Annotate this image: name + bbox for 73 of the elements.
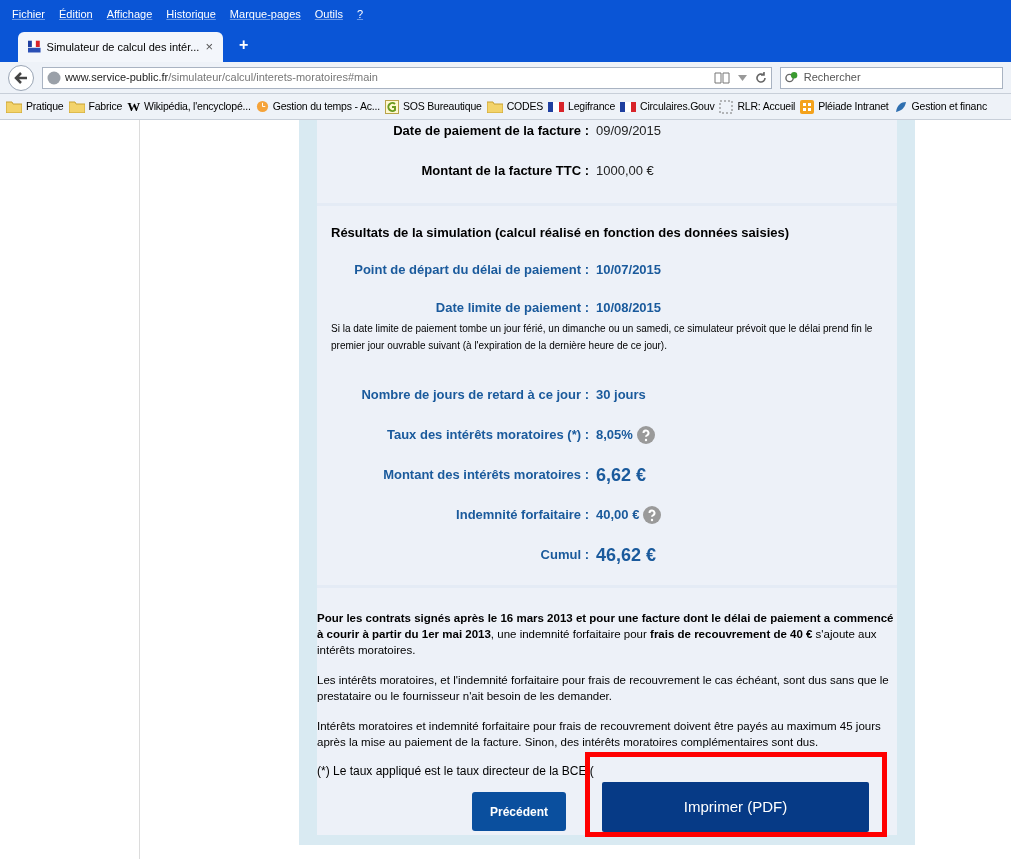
menu-item[interactable]: Historique [166,5,216,23]
menu-item[interactable]: Affichage [106,5,153,23]
close-icon[interactable]: × [205,37,213,57]
menu-item[interactable]: Marque-pages [229,5,301,23]
field-label: Indemnité forfaitaire : [456,506,589,525]
section-title: Résultats de la simulation (calcul réalisé en fonction des données saisies) [331,223,790,242]
info-paragraph: Les intérêts moratoires, et l'indemnité forfaitaire pour frais de recouvrement le cas échéant, sont dus sans que le prestataire ou le fournisseur n'ait besoin de les demander. [317,673,890,704]
clock-icon [255,100,269,113]
menu-item[interactable]: Outils [314,5,343,23]
search-field[interactable]: Rechercher [803,69,998,86]
flag-icon [28,39,41,55]
folder-icon [6,100,22,113]
field-value: 46,62 € [596,543,657,567]
back-button[interactable] [8,64,34,91]
leaf-icon [893,99,908,114]
bookmark-link[interactable]: RLR: Accueil [737,98,796,115]
bookmark-link[interactable]: CODES [506,98,543,115]
field-label: Date de paiement de la facture : [393,122,589,141]
field-label: Montant des intérêts moratoires : [383,466,589,485]
help-icon[interactable] [636,426,655,444]
search-icon [785,70,800,85]
flag-icon [548,101,564,112]
field-value: 40,00 € [596,506,640,525]
info-paragraph: Pour les contrats signés après le 16 mars 2013 et pour une facture dont le délai de paiement a commencé à courir à partir du 1er mai 2013, une indemnité forfaitaire pour frais de recouvrement de 40 € s'ajoute aux intérêts moratoires. [317,611,895,658]
field-value: 10/07/2015 [596,261,662,280]
bookmark-link[interactable]: Fabrice [88,98,123,115]
globe-icon [46,70,61,85]
previous-button[interactable]: Précédent [472,792,566,831]
blank-page-icon [719,99,734,114]
info-paragraph: Intérêts moratoires et indemnité forfaitaire pour frais de recouvrement doivent être payés au maximum 45 jours après la mise au paiement de la facture. Sinon, des intérêts moratoires complémentaires sont dus. [317,719,882,750]
dropdown-icon[interactable] [738,74,748,81]
address-field[interactable]: www.service-public.fr/simulateur/calcul/interets-moratoires#main [41,66,773,89]
g-logo-icon [384,99,399,114]
url-text: www.service-public.fr/simulateur/calcul/interets-moratoires#main [64,70,378,86]
new-tab-button[interactable]: + [231,33,257,57]
field-value: 09/09/2015 [596,122,662,141]
print-button[interactable]: Imprimer (PDF) [602,782,869,832]
field-value: 8,05% [596,426,633,445]
help-icon[interactable] [643,506,662,524]
field-label: Cumul : [540,546,589,565]
grid-icon [800,99,815,114]
bookmark-link[interactable]: Gestion et financ [911,98,987,115]
field-value: 10/08/2015 [596,299,662,318]
flag-icon [620,101,637,112]
field-label: Montant de la facture TTC : [421,162,589,181]
reader-view-icon[interactable] [714,71,731,84]
field-label: Date limite de paiement : [435,299,589,318]
search-box[interactable]: Rechercher [780,66,1003,89]
menu-item[interactable]: ? [356,5,364,23]
footnote-text: (*) Le taux appliqué est le taux directeur de la BCE ( [317,764,595,778]
browser-tab[interactable]: Simulateur de calcul des intér... × [18,32,223,62]
field-label: Nombre de jours de retard à ce jour : [361,386,589,405]
field-label: Taux des intérêts moratoires (*) : [386,426,589,445]
menu-item[interactable]: Édition [59,5,93,23]
w-icon: W [127,96,140,117]
field-value: 30 jours [596,386,646,405]
menu-item[interactable]: Fichier [12,5,45,23]
bookmark-link[interactable]: Gestion du temps - Ac... [272,98,380,115]
tab-title: Simulateur de calcul des intér... [46,39,200,55]
bookmark-link[interactable]: Pléiade Intranet [818,98,889,115]
field-value: 1000,00 € [596,162,654,181]
bookmark-link[interactable]: Wikipédia, l'encyclopé... [143,98,251,115]
field-value: 6,62 € [596,463,647,487]
bookmark-link[interactable]: Pratique [26,98,64,115]
note-text: Si la date limite de paiement tombe un jour férié, un dimanche ou un samedi, ce simulateur prévoit que le délai prend fin le premier jour ouvrable suivant (à l'expiration de la dernière heure de ce jour). [330,322,874,353]
bookmark-link[interactable]: Legifrance [568,98,616,115]
bookmark-link[interactable]: SOS Bureautique [402,98,482,115]
bookmark-link[interactable]: Circulaires.Gouv [640,98,715,115]
back-arrow-icon [13,71,28,84]
reload-icon[interactable] [755,71,768,84]
field-label: Point de départ du délai de paiement : [354,261,589,280]
folder-icon [486,100,503,113]
folder-icon [68,100,85,113]
